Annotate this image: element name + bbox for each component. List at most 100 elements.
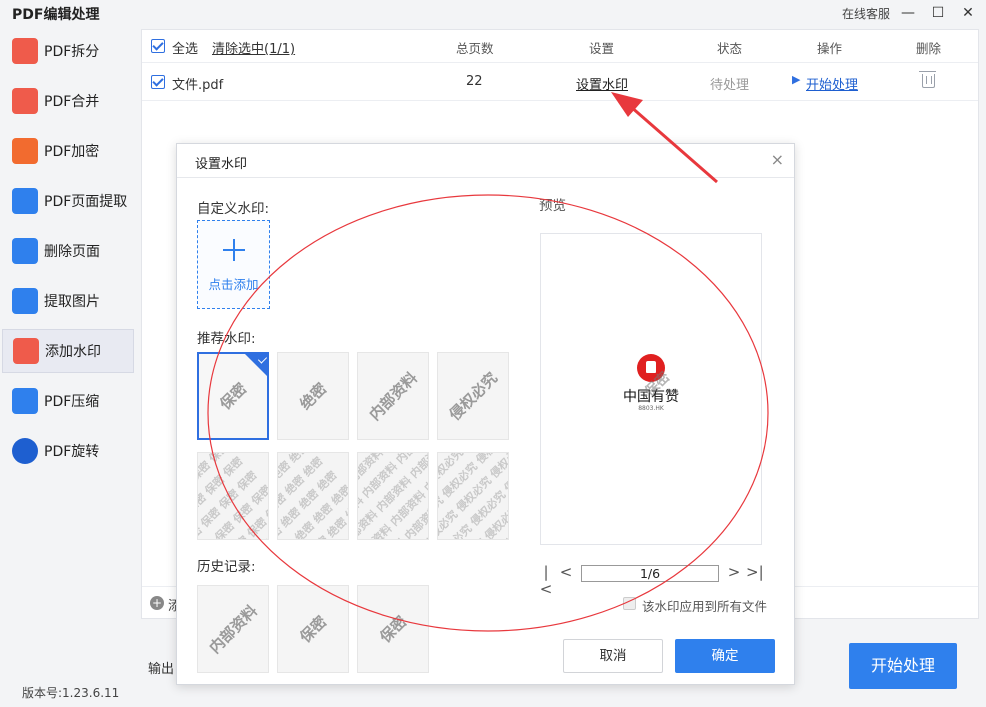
add-watermark-button[interactable]: 点击添加 xyxy=(197,220,270,309)
column-header-settings: 设置 xyxy=(589,41,615,56)
sidebar-item-pdf-encrypt[interactable]: PDF加密 xyxy=(2,129,134,173)
history-label: 历史记录: xyxy=(197,559,256,575)
watermark-text: 内部资料 xyxy=(365,368,421,424)
title-bar: PDF编辑处理 在线客服 — ☐ ✕ xyxy=(0,0,986,26)
sidebar-item-label: 提取图片 xyxy=(44,294,100,310)
tiled-pattern: 侵权必究 侵权必究 侵权必究 侵权必究 侵权必究 侵权必究 侵权必究 侵权必究 … xyxy=(438,453,508,539)
row-checkbox[interactable] xyxy=(151,75,165,89)
trash-icon[interactable] xyxy=(919,71,936,88)
cancel-button[interactable]: 取消 xyxy=(563,639,663,673)
history-tile[interactable]: 内部资料 xyxy=(197,585,269,673)
file-name: 文件.pdf xyxy=(172,78,224,93)
sidebar-item-delete-page[interactable]: 删除页面 xyxy=(2,229,134,273)
sidebar-item-page-extract[interactable]: PDF页面提取 xyxy=(2,179,134,223)
output-label: 输出 xyxy=(148,662,175,677)
dialog-divider xyxy=(177,177,794,178)
sidebar-item-extract-image[interactable]: 提取图片 xyxy=(2,279,134,323)
table-header: 全选 清除选中(1/1) 总页数 设置 状态 操作 删除 xyxy=(142,30,978,63)
sidebar-item-label: PDF拆分 xyxy=(44,44,100,60)
first-page-button[interactable]: |< xyxy=(539,564,553,598)
set-watermark-link[interactable]: 设置水印 xyxy=(576,74,628,93)
last-page-button[interactable]: >| xyxy=(746,564,764,582)
sidebar: PDF拆分 PDF合并 PDF加密 PDF页面提取 删除页面 提取图片 添加水印… xyxy=(0,26,140,686)
sidebar-item-label: PDF旋转 xyxy=(44,444,100,460)
sidebar-item-label: PDF合并 xyxy=(44,94,100,110)
watermark-text: 保密 xyxy=(216,379,251,414)
watermark-icon xyxy=(13,338,39,364)
sidebar-item-pdf-rotate[interactable]: PDF旋转 xyxy=(2,429,134,473)
sidebar-item-pdf-compress[interactable]: PDF压缩 xyxy=(2,379,134,423)
page-pager: |< < 1/6 > >| xyxy=(539,564,764,598)
watermark-dialog: 设置水印 × 自定义水印: 点击添加 推荐水印: 保密 绝密 内部资料 侵权必究… xyxy=(176,143,795,685)
tiled-pattern: 绝密 绝密 绝密 绝密 绝密 绝密 绝密 绝密 绝密 绝密 绝密 绝密 绝密 绝… xyxy=(278,453,348,539)
preview-page: 中国有赞 8803.HK 保密 xyxy=(540,233,762,545)
recommended-watermark-label: 推荐水印: xyxy=(197,331,256,347)
start-process-link[interactable]: 开始处理 xyxy=(806,74,858,93)
page-indicator[interactable]: 1/6 xyxy=(581,565,719,582)
column-header-status: 状态 xyxy=(717,41,743,56)
page-count: 22 xyxy=(466,74,483,89)
column-header-delete: 删除 xyxy=(916,41,942,56)
lock-icon xyxy=(12,138,38,164)
watermark-tile-internal[interactable]: 内部资料 xyxy=(357,352,429,440)
rotate-icon xyxy=(12,438,38,464)
column-header-pages: 总页数 xyxy=(456,41,494,56)
play-icon: ▶ xyxy=(792,73,801,86)
maximize-button[interactable]: ☐ xyxy=(926,2,950,24)
minimize-button[interactable]: — xyxy=(896,2,920,24)
tiled-watermark-internal[interactable]: 内部资料 内部资料 内部资料 内部资料 内部资料 内部资料 内部资料 内部资料 … xyxy=(357,452,429,540)
image-extract-icon xyxy=(12,288,38,314)
tiled-watermark-top-secret[interactable]: 绝密 绝密 绝密 绝密 绝密 绝密 绝密 绝密 绝密 绝密 绝密 绝密 绝密 绝… xyxy=(277,452,349,540)
custom-watermark-label: 自定义水印: xyxy=(197,201,270,217)
add-watermark-label: 点击添加 xyxy=(208,277,259,292)
sidebar-item-label: PDF页面提取 xyxy=(44,194,128,210)
apply-all-label[interactable]: 该水印应用到所有文件 xyxy=(642,596,767,615)
history-tile[interactable]: 保密 xyxy=(277,585,349,673)
page-extract-icon xyxy=(12,188,38,214)
clear-selected-link[interactable]: 清除选中(1/1) xyxy=(212,38,295,57)
tiled-pattern: 保密 保密 保密 保密 保密 保密 保密 保密 保密 保密 保密 保密 保密 保… xyxy=(198,453,268,539)
watermark-tile-top-secret[interactable]: 绝密 xyxy=(277,352,349,440)
online-service-link[interactable]: 在线客服 xyxy=(842,5,890,22)
status-text: 待处理 xyxy=(710,78,750,93)
plus-icon xyxy=(223,239,245,261)
select-all-label[interactable]: 全选 xyxy=(172,38,198,57)
watermark-text: 绝密 xyxy=(296,379,331,414)
delete-page-icon xyxy=(12,238,38,264)
tiled-pattern: 内部资料 内部资料 内部资料 内部资料 内部资料 内部资料 内部资料 内部资料 … xyxy=(358,453,428,539)
sidebar-item-label: 删除页面 xyxy=(44,244,100,260)
close-window-button[interactable]: ✕ xyxy=(956,2,980,24)
apply-all-checkbox[interactable] xyxy=(623,597,636,610)
compress-icon xyxy=(12,388,38,414)
watermark-tile-copyright[interactable]: 侵权必究 xyxy=(437,352,509,440)
sidebar-item-label: PDF加密 xyxy=(44,144,100,160)
select-all-checkbox[interactable] xyxy=(151,39,165,53)
watermark-text: 侵权必究 xyxy=(445,368,501,424)
history-tile[interactable]: 保密 xyxy=(357,585,429,673)
tiled-watermark-secret[interactable]: 保密 保密 保密 保密 保密 保密 保密 保密 保密 保密 保密 保密 保密 保… xyxy=(197,452,269,540)
prev-page-button[interactable]: < xyxy=(559,564,573,582)
preview-label: 预览 xyxy=(539,198,566,214)
watermark-text: 内部资料 xyxy=(205,601,261,657)
preview-subtitle: 8803.HK xyxy=(638,405,664,412)
confirm-button[interactable]: 确定 xyxy=(675,639,775,673)
sidebar-item-label: 添加水印 xyxy=(45,344,101,360)
split-icon xyxy=(12,38,38,64)
merge-icon xyxy=(12,88,38,114)
watermark-text: 保密 xyxy=(296,612,331,647)
add-circle-icon[interactable]: + xyxy=(150,596,164,610)
table-row: 文件.pdf 22 设置水印 待处理 ▶ 开始处理 xyxy=(142,63,978,101)
sidebar-item-pdf-split[interactable]: PDF拆分 xyxy=(2,29,134,73)
sidebar-item-pdf-merge[interactable]: PDF合并 xyxy=(2,79,134,123)
column-header-action: 操作 xyxy=(817,41,843,56)
dialog-title: 设置水印 xyxy=(195,157,248,172)
tiled-watermark-copyright[interactable]: 侵权必究 侵权必究 侵权必究 侵权必究 侵权必究 侵权必究 侵权必究 侵权必究 … xyxy=(437,452,509,540)
sidebar-item-label: PDF压缩 xyxy=(44,394,100,410)
close-icon[interactable]: × xyxy=(771,150,784,169)
watermark-text: 保密 xyxy=(376,612,411,647)
start-process-button[interactable]: 开始处理 xyxy=(849,643,957,689)
next-page-button[interactable]: > xyxy=(727,564,741,582)
sidebar-item-add-watermark[interactable]: 添加水印 xyxy=(2,329,134,373)
watermark-tile-secret[interactable]: 保密 xyxy=(197,352,269,440)
version-label: 版本号:1.23.6.11 xyxy=(22,686,120,700)
